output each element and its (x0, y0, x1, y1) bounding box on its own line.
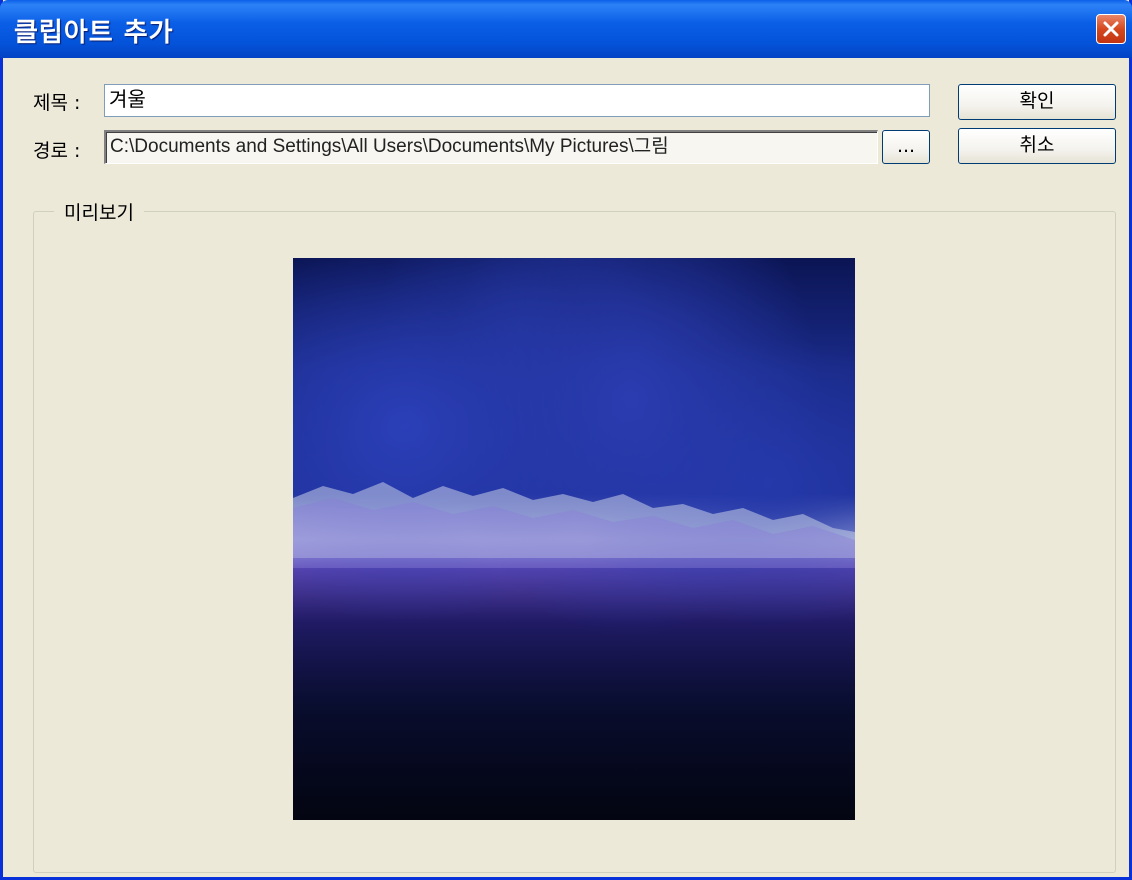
close-icon (1103, 21, 1119, 37)
winter-forest-image (293, 482, 855, 820)
title-bar[interactable]: 클립아트 추가 (0, 0, 1132, 58)
path-input[interactable]: C:\Documents and Settings\All Users\Docu… (104, 130, 878, 164)
title-field-label: 제목 : (33, 92, 81, 114)
preview-group-label: 미리보기 (54, 198, 144, 225)
title-input[interactable]: 겨울 (104, 84, 930, 117)
close-button[interactable] (1096, 14, 1126, 44)
ok-button[interactable]: 확인 (958, 84, 1116, 120)
browse-button[interactable]: ... (882, 130, 930, 164)
cancel-button[interactable]: 취소 (958, 128, 1116, 164)
window-title: 클립아트 추가 (14, 18, 174, 48)
preview-image (293, 258, 855, 820)
path-field-label: 경로 : (33, 140, 81, 162)
